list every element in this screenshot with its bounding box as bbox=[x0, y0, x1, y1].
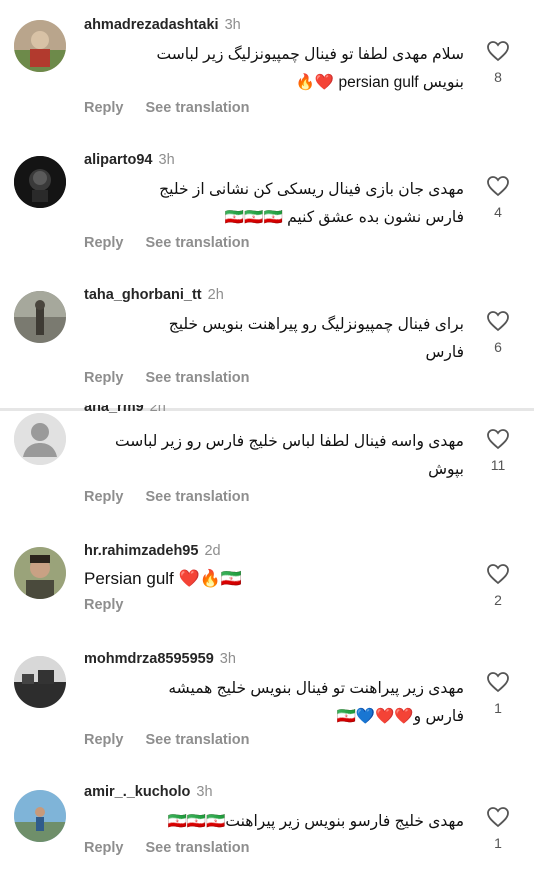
see-translation-button[interactable]: See translation bbox=[146, 100, 250, 116]
comment-timestamp: 2h bbox=[207, 287, 224, 303]
comment-actions: Reply See translation bbox=[84, 489, 271, 505]
heart-outline-icon[interactable] bbox=[486, 806, 510, 828]
heart-outline-icon[interactable] bbox=[486, 428, 510, 450]
segment-divider bbox=[0, 408, 534, 411]
reply-button[interactable]: Reply bbox=[84, 100, 124, 116]
comment-username[interactable]: taha_ghorbani_tt bbox=[84, 287, 202, 303]
comment-username-row: taha_ghorbani_tt 2h bbox=[84, 287, 224, 303]
avatar[interactable] bbox=[14, 20, 66, 72]
like-count: 1 bbox=[494, 700, 502, 716]
comment-username[interactable]: hr.rahimzadeh95 bbox=[84, 543, 198, 559]
comment-username[interactable]: amir_._kucholo bbox=[84, 784, 190, 800]
comment-timestamp: 3h bbox=[219, 651, 236, 667]
comment-username-row: hr.rahimzadeh95 2d bbox=[84, 543, 221, 559]
reply-button[interactable]: Reply bbox=[84, 732, 124, 748]
comment-username[interactable]: ahmadrezadashtaki bbox=[84, 17, 219, 33]
heart-outline-icon[interactable] bbox=[486, 310, 510, 332]
reply-button[interactable]: Reply bbox=[84, 489, 124, 505]
comment-timestamp: 3h bbox=[224, 17, 241, 33]
comment-actions: Reply See translation bbox=[84, 100, 271, 116]
comment-username[interactable]: mohmdrza8595959 bbox=[84, 651, 214, 667]
reply-button[interactable]: Reply bbox=[84, 235, 124, 251]
see-translation-button[interactable]: See translation bbox=[146, 732, 250, 748]
like-count: 4 bbox=[494, 204, 502, 220]
like-count: 11 bbox=[490, 457, 506, 473]
avatar[interactable] bbox=[14, 291, 66, 343]
comment-username-row: ahmadrezadashtaki 3h bbox=[84, 17, 241, 33]
comment-text: سلام مهدی لطفا تو فینال چمپیونزلیگ زیر ل… bbox=[156, 46, 465, 91]
comment-timestamp: 3h bbox=[196, 784, 213, 800]
comment-username-row: ana_rm9 2h bbox=[84, 405, 166, 416]
like-count: 2 bbox=[494, 592, 502, 608]
comment-username-row: amir_._kucholo 3h bbox=[84, 784, 213, 800]
comment-text: Persian gulf ❤️🔥🇮🇷 bbox=[84, 569, 242, 588]
comment-actions: Reply See translation bbox=[84, 840, 271, 856]
like-count: 1 bbox=[494, 835, 502, 851]
comment-text: مهدی جان بازی فینال ریسکی کن نشانی از خل… bbox=[159, 181, 464, 226]
avatar[interactable] bbox=[14, 790, 66, 842]
avatar[interactable] bbox=[14, 156, 66, 208]
comment-username[interactable]: aliparto94 bbox=[84, 152, 153, 168]
comment-actions: Reply See translation bbox=[84, 732, 271, 748]
comment-text: مهدی زیر پیراهنت تو فینال بنویس خلیج همی… bbox=[168, 680, 464, 725]
reply-button[interactable]: Reply bbox=[84, 370, 124, 386]
avatar[interactable] bbox=[14, 413, 66, 465]
comment-text: مهدی خلیج فارسو بنویس زیر پیراهنت🇮🇷🇮🇷🇮🇷 bbox=[167, 813, 464, 830]
comment-timestamp: 2d bbox=[204, 543, 221, 559]
heart-outline-icon[interactable] bbox=[486, 671, 510, 693]
comment-actions: Reply See translation bbox=[84, 235, 271, 251]
see-translation-button[interactable]: See translation bbox=[146, 235, 250, 251]
comment-actions: Reply See translation bbox=[84, 370, 271, 386]
see-translation-button[interactable]: See translation bbox=[146, 489, 250, 505]
avatar[interactable] bbox=[14, 547, 66, 599]
heart-outline-icon[interactable] bbox=[486, 563, 510, 585]
comment-timestamp: 2h bbox=[149, 405, 166, 415]
heart-outline-icon[interactable] bbox=[486, 175, 510, 197]
reply-button[interactable]: Reply bbox=[84, 597, 124, 613]
comment-timestamp: 3h bbox=[158, 152, 175, 168]
reply-button[interactable]: Reply bbox=[84, 840, 124, 856]
see-translation-button[interactable]: See translation bbox=[146, 370, 250, 386]
like-count: 8 bbox=[494, 69, 502, 85]
avatar[interactable] bbox=[14, 656, 66, 708]
comment-text: مهدی واسه فینال لطفا لباس خلیج فارس رو ز… bbox=[115, 433, 464, 478]
see-translation-button[interactable]: See translation bbox=[146, 840, 250, 856]
comment-actions: Reply bbox=[84, 597, 146, 613]
comment-username-row: aliparto94 3h bbox=[84, 152, 175, 168]
comment-username-row: mohmdrza8595959 3h bbox=[84, 651, 236, 667]
heart-outline-icon[interactable] bbox=[486, 40, 510, 62]
like-count: 6 bbox=[494, 339, 502, 355]
comment-username[interactable]: ana_rm9 bbox=[84, 405, 144, 415]
comment-text: برای فینال چمپیونزلیگ رو پیراهنت بنویس خ… bbox=[168, 316, 464, 361]
